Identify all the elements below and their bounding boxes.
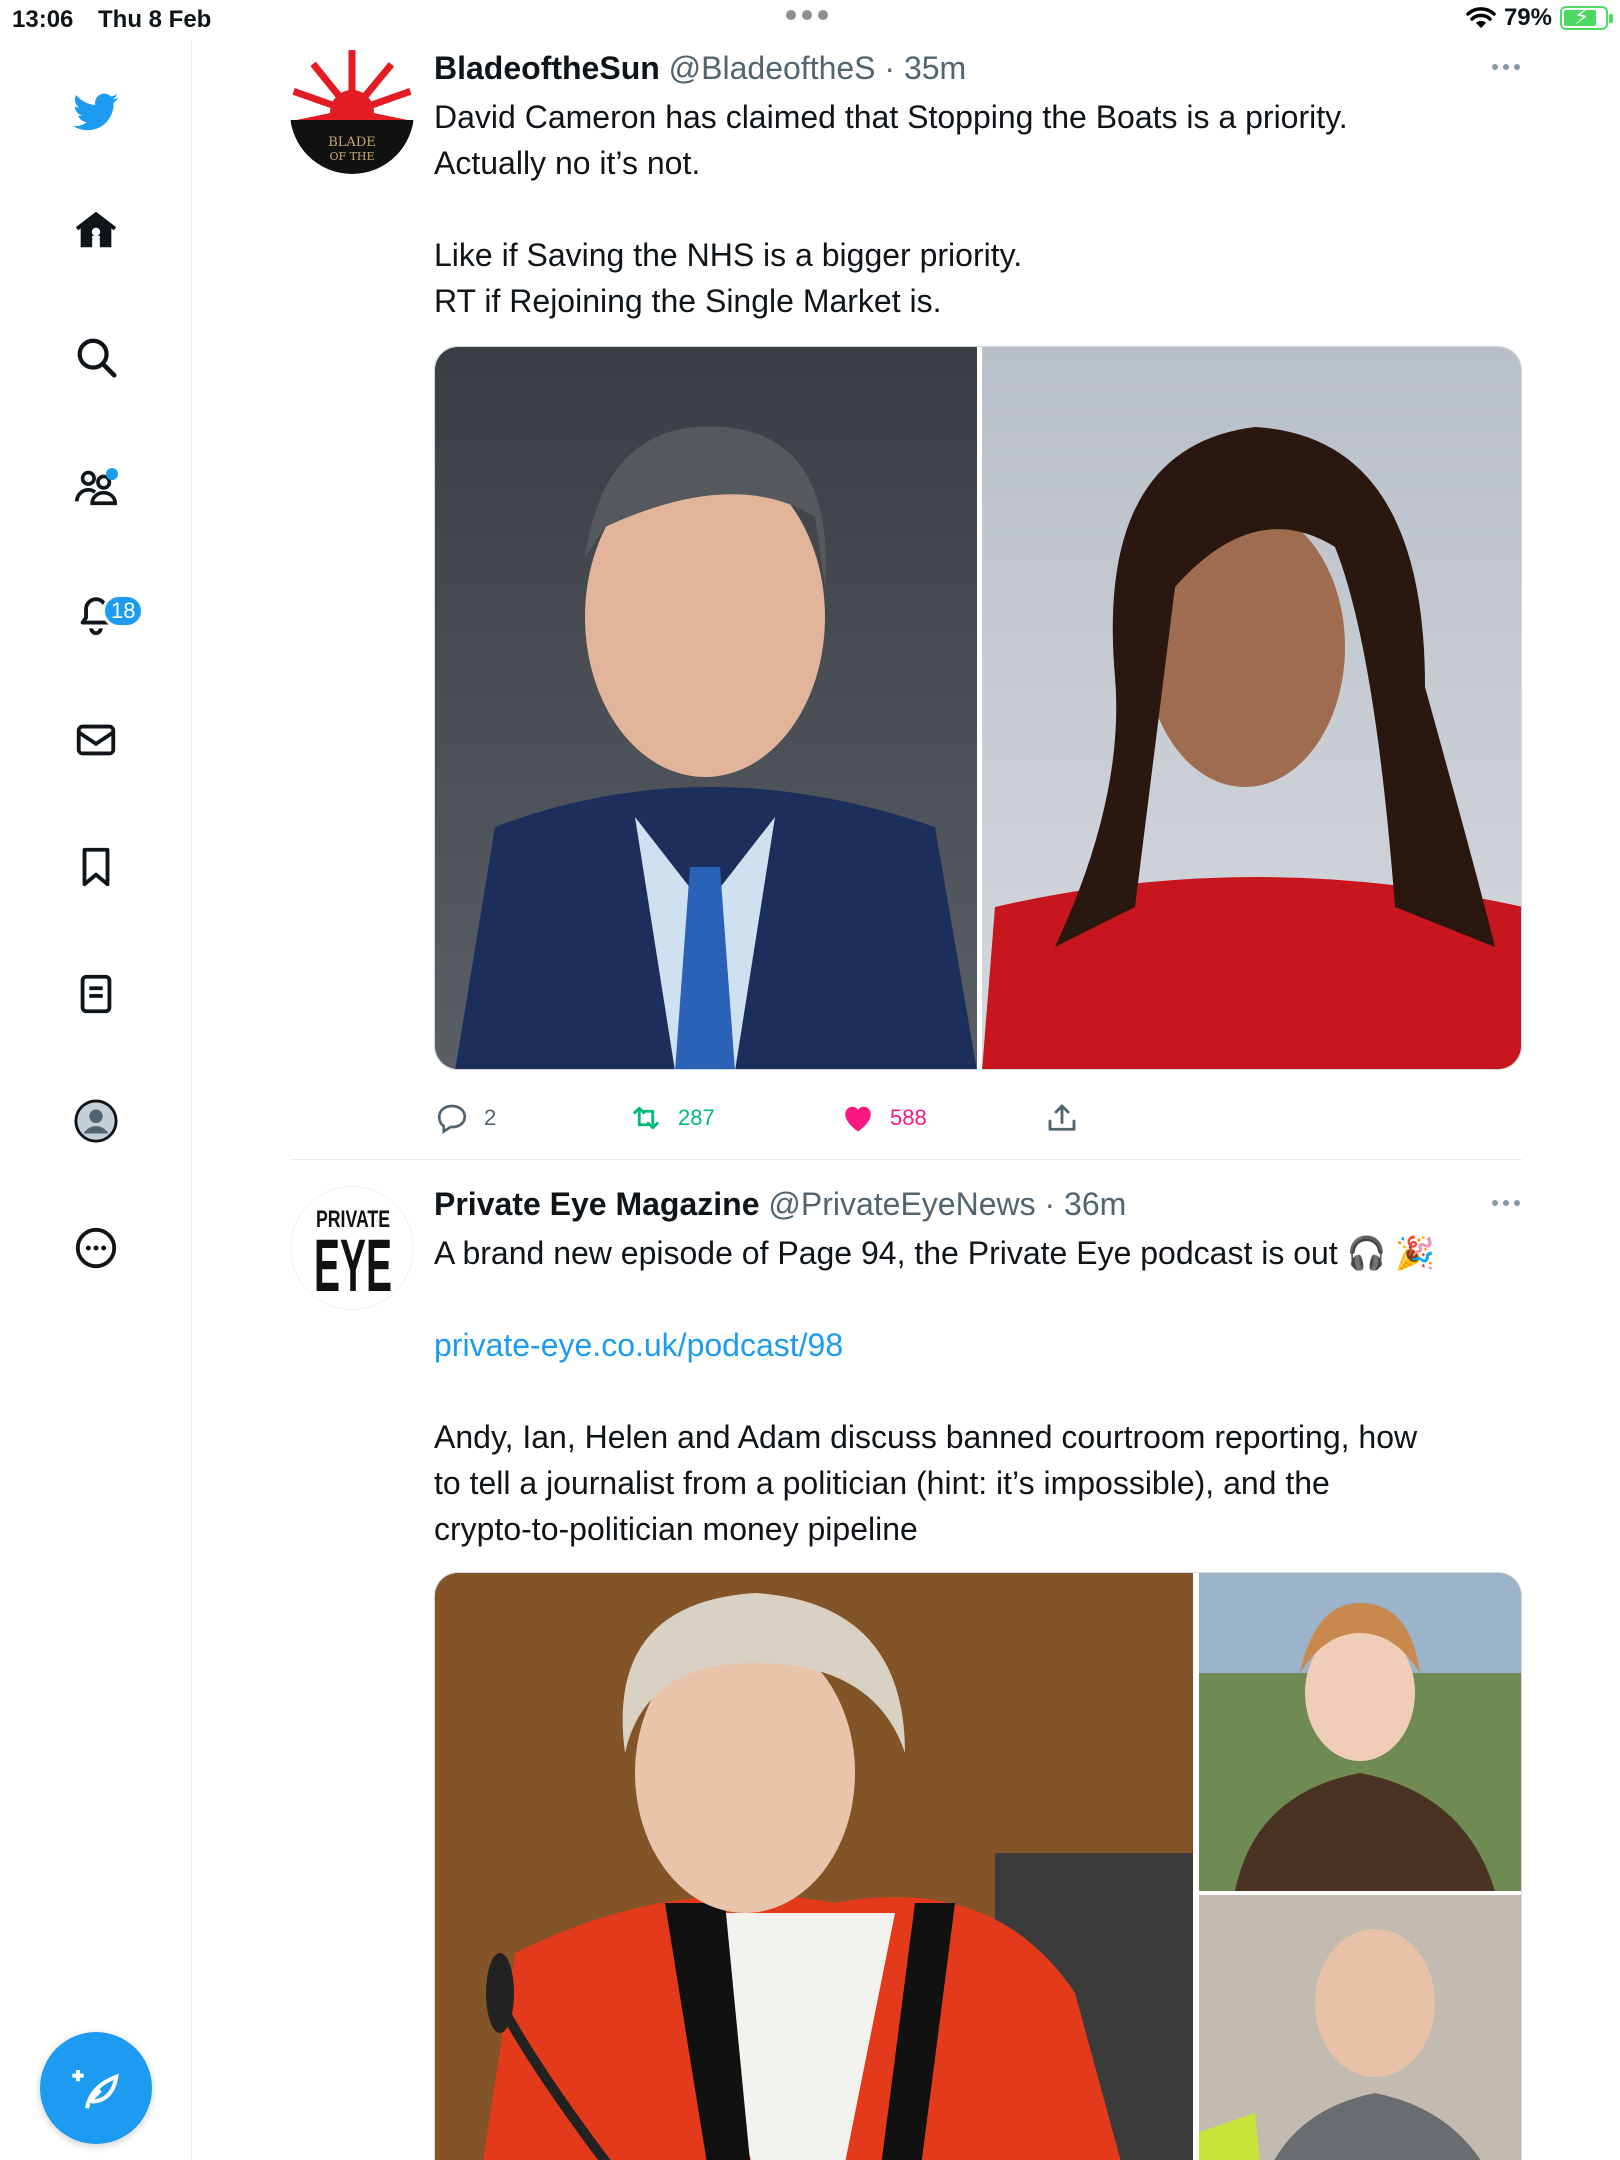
tweet-line: Andy, Ian, Helen and Adam discuss banned… [434,1419,1418,1455]
home-icon[interactable] [70,204,122,256]
bookmarks-icon[interactable] [70,841,122,893]
reply-icon [437,1104,467,1135]
battery-percent: 79% [1503,4,1552,31]
tweet-line: RT if Rejoining the Single Market is. [434,283,942,319]
communities-dot-badge [106,468,118,480]
profile-icon[interactable] [70,1095,122,1147]
tweet-more-icon[interactable] [1492,64,1522,74]
wifi-icon [1466,7,1496,28]
tweet-line [434,186,1522,232]
reply-button[interactable]: 2 [434,1100,628,1136]
tweet-header: BladeoftheSun @BladeoftheS · 35m [434,50,966,87]
more-icon[interactable] [70,1222,122,1274]
tweet-time[interactable]: · 35m [884,50,966,86]
tweet-divider [290,1159,1522,1160]
heart-icon [845,1106,871,1132]
compose-tweet-button[interactable] [40,2032,152,2144]
tweet-line: David Cameron has claimed that Stopping … [434,99,1348,135]
svg-text:BLADE: BLADE [328,135,376,150]
tweet[interactable]: BLADE OF THE BladeoftheSun @BladeoftheS … [290,50,1522,1160]
tweet-actions: 2 287 588 [434,1100,1080,1136]
tweet[interactable]: PRIVATE EYE Private Eye Magazine @Privat… [290,1186,1522,2160]
tweet-text: A brand new episode of Page 94, the Priv… [434,1230,1522,1552]
twitter-logo-icon[interactable] [70,86,122,138]
tweet-link[interactable]: private-eye.co.uk/podcast/98 [434,1322,1522,1368]
status-bar: 13:06 Thu 8 Feb 79% ⚡ [0,0,1620,40]
retweet-icon [633,1106,659,1130]
author-avatar[interactable]: PRIVATE EYE [290,1186,414,1310]
multitasking-dots-icon[interactable] [786,10,834,26]
author-handle[interactable]: @PrivateEyeNews [768,1186,1035,1222]
tweet-text: David Cameron has claimed that Stopping … [434,94,1522,324]
share-icon [1048,1104,1076,1131]
like-count: 588 [890,1105,927,1130]
share-button[interactable] [1044,1100,1080,1136]
retweet-count: 287 [678,1105,715,1130]
author-handle[interactable]: @BladeoftheS [669,50,876,86]
lists-icon[interactable] [70,968,122,1020]
battery-icon: ⚡ [1560,4,1613,30]
sidebar-nav: 18 [0,40,192,2160]
author-name[interactable]: Private Eye Magazine [434,1186,759,1222]
reply-count: 2 [484,1105,497,1130]
author-name[interactable]: BladeoftheSun [434,50,660,86]
tweet-header: Private Eye Magazine @PrivateEyeNews · 3… [434,1186,1126,1223]
retweet-button[interactable]: 287 [628,1100,840,1136]
messages-icon[interactable] [70,714,122,766]
notifications-count-badge: 18 [102,594,145,628]
author-avatar[interactable]: BLADE OF THE [290,50,414,174]
svg-text:OF THE: OF THE [329,150,374,163]
compose-feather-icon [72,2070,119,2109]
tweet-time[interactable]: · 36m [1045,1186,1127,1222]
like-button[interactable]: 588 [840,1100,1044,1136]
status-date: Thu 8 Feb [98,6,212,33]
tweet-line: Actually no it’s not. [434,145,701,181]
tweet-line: A brand new episode of Page 94, the Priv… [434,1235,1436,1271]
status-time: 13:06 [12,6,74,33]
tweet-more-icon[interactable] [1492,1200,1522,1210]
tweet-line: to tell a journalist from a politician (… [434,1465,1330,1501]
tweet-line: Like if Saving the NHS is a bigger prior… [434,237,1023,273]
tweet-media[interactable] [434,346,1522,1070]
tweet-line: crypto-to-politician money pipeline [434,1511,918,1547]
avatar-text-eye: EYE [314,1224,392,1307]
tweet-media[interactable] [434,1572,1522,2160]
search-icon[interactable] [70,331,122,383]
